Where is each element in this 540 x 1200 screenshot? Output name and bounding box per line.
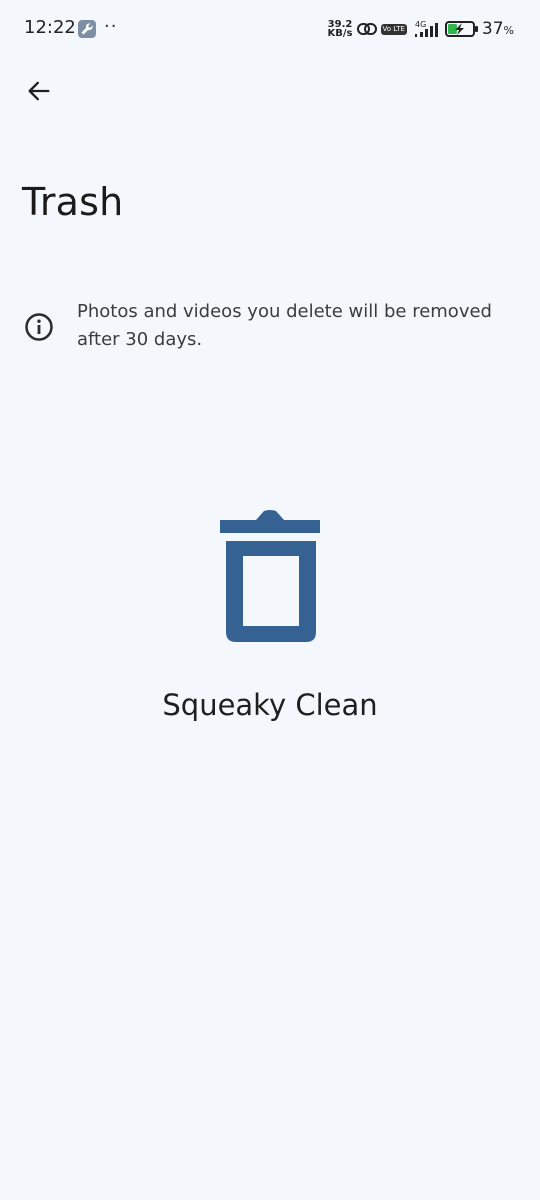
trash-bin-icon <box>220 510 320 642</box>
status-time: 12:22 <box>24 17 76 38</box>
arrow-back-icon <box>28 81 50 101</box>
page-title: Trash <box>22 180 124 224</box>
net-speed: 39.2 KB/s <box>327 20 353 39</box>
battery-charging-icon <box>444 21 478 37</box>
status-icons: 39.2 KB/s Vo LTE 4G 37% <box>328 18 514 40</box>
back-button[interactable] <box>20 72 58 110</box>
signal-icon: 4G <box>414 20 438 37</box>
network-type: 4G <box>415 20 426 29</box>
empty-state-label: Squeaky Clean <box>162 688 378 722</box>
net-speed-unit: KB/s <box>327 28 353 39</box>
wrench-icon <box>78 20 96 38</box>
info-message: Photos and videos you delete will be rem… <box>77 301 492 350</box>
battery-percent: 37% <box>481 19 514 39</box>
status-bar: 12:22 ·· 39.2 KB/s Vo LTE 4G 37% <box>0 0 540 58</box>
link-icon <box>356 23 377 35</box>
info-icon <box>25 313 53 341</box>
volte-badge: Vo LTE <box>380 23 407 35</box>
more-notifications-indicator: ·· <box>104 16 118 37</box>
